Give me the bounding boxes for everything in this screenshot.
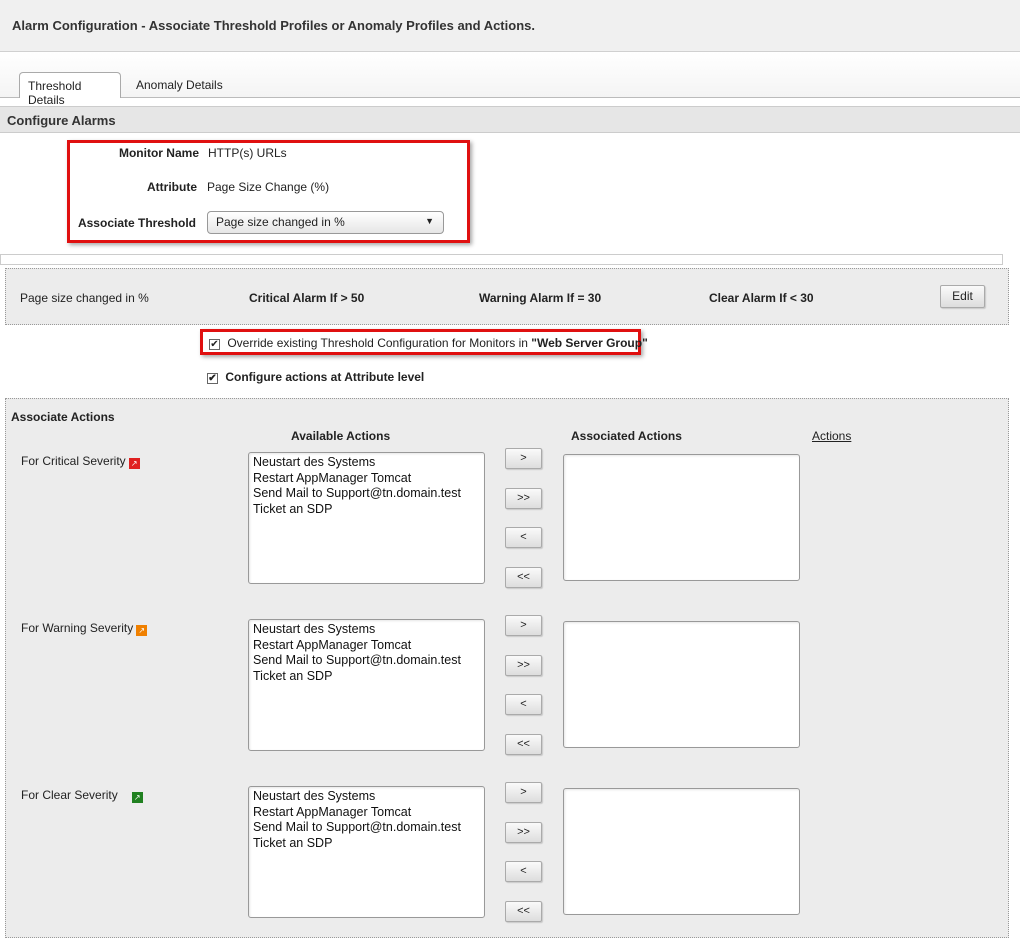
associated-actions-list-clear[interactable]	[563, 788, 800, 915]
associate-threshold-select[interactable]: Page size changed in % ▼	[207, 211, 444, 234]
associated-actions-header: Associated Actions	[571, 429, 682, 443]
critical-severity-icon: ↗	[128, 458, 140, 469]
severity-critical-label: For Critical Severity ↗	[21, 454, 140, 469]
monitor-name-value: HTTP(s) URLs	[208, 146, 287, 160]
override-checkbox[interactable]: ✔	[209, 339, 220, 350]
move-all-right-button[interactable]: >>	[505, 821, 542, 843]
page-header: Alarm Configuration - Associate Threshol…	[0, 0, 1020, 52]
available-actions-list-clear[interactable]: Neustart des Systems Restart AppManager T…	[248, 786, 485, 918]
move-all-right-button[interactable]: >>	[505, 487, 542, 509]
override-label: Override existing Threshold Configuratio…	[227, 336, 532, 350]
override-row: ✔ Override existing Threshold Configurat…	[209, 336, 648, 350]
associated-actions-list-warning[interactable]	[563, 621, 800, 748]
tab-bar: Threshold Details Anomaly Details	[0, 52, 1020, 107]
move-right-button[interactable]: >	[505, 615, 542, 636]
spacer-bar	[0, 254, 1003, 265]
attr-level-row: ✔ Configure actions at Attribute level	[207, 370, 424, 384]
attribute-value: Page Size Change (%)	[207, 180, 330, 194]
section-title: Configure Alarms	[7, 113, 116, 128]
list-item[interactable]: Neustart des Systems	[253, 789, 480, 805]
associated-actions-list-critical[interactable]	[563, 454, 800, 581]
clear-condition: Clear Alarm If < 30	[709, 291, 814, 305]
list-item[interactable]: Neustart des Systems	[253, 622, 480, 638]
selected-threshold: Page size changed in %	[216, 215, 345, 229]
threshold-name: Page size changed in %	[20, 291, 149, 305]
move-all-right-button[interactable]: >>	[505, 654, 542, 676]
move-left-button[interactable]: <	[505, 694, 542, 715]
move-right-button[interactable]: >	[505, 782, 542, 803]
dropdown-arrow-icon: ▼	[425, 216, 434, 226]
associate-actions-title: Associate Actions	[11, 410, 115, 424]
severity-clear-label: For Clear Severity ↗	[21, 788, 143, 803]
list-item[interactable]: Ticket an SDP	[253, 669, 480, 685]
group-name: "Web Server Group"	[531, 336, 648, 350]
list-item[interactable]: Ticket an SDP	[253, 836, 480, 852]
available-actions-list-warning[interactable]: Neustart des Systems Restart AppManager T…	[248, 619, 485, 751]
clear-severity-icon: ↗	[131, 792, 143, 803]
tab-anomaly-details[interactable]: Anomaly Details	[128, 72, 231, 98]
critical-condition: Critical Alarm If > 50	[249, 291, 365, 305]
available-actions-list-critical[interactable]: Neustart des Systems Restart AppManager T…	[248, 452, 485, 584]
warning-condition: Warning Alarm If = 30	[479, 291, 602, 305]
warning-severity-icon: ↗	[136, 625, 148, 636]
tab-threshold-details[interactable]: Threshold Details	[19, 72, 121, 107]
move-right-button[interactable]: >	[505, 448, 542, 469]
actions-link[interactable]: Actions	[812, 429, 851, 443]
severity-label-text: For Clear Severity	[21, 788, 118, 802]
attribute-level-label: Configure actions at Attribute level	[225, 370, 425, 384]
list-item[interactable]: Send Mail to Support@tn.domain.test	[253, 820, 480, 836]
available-actions-header: Available Actions	[291, 429, 391, 443]
move-all-left-button[interactable]: <<	[505, 900, 542, 922]
list-item[interactable]: Neustart des Systems	[253, 455, 480, 471]
list-item[interactable]: Restart AppManager Tomcat	[253, 471, 480, 487]
move-left-button[interactable]: <	[505, 861, 542, 882]
list-item[interactable]: Send Mail to Support@tn.domain.test	[253, 486, 480, 502]
section-header: Configure Alarms	[0, 106, 1020, 133]
move-all-left-button[interactable]: <<	[505, 566, 542, 588]
list-item[interactable]: Send Mail to Support@tn.domain.test	[253, 653, 480, 669]
move-all-left-button[interactable]: <<	[505, 733, 542, 755]
list-item[interactable]: Restart AppManager Tomcat	[253, 805, 480, 821]
edit-button[interactable]: Edit	[940, 285, 985, 308]
severity-label-text: For Critical Severity	[21, 454, 126, 468]
associate-actions-panel: Associate Actions Available Actions Asso…	[5, 398, 1009, 938]
associate-threshold-label: Associate Threshold	[77, 216, 196, 230]
list-item[interactable]: Restart AppManager Tomcat	[253, 638, 480, 654]
severity-label-text: For Warning Severity	[21, 621, 134, 635]
monitor-name-label: Monitor Name	[118, 146, 199, 160]
severity-warning-label: For Warning Severity ↗	[21, 621, 148, 636]
list-item[interactable]: Ticket an SDP	[253, 502, 480, 518]
attribute-label: Attribute	[147, 180, 197, 194]
move-left-button[interactable]: <	[505, 527, 542, 548]
page-title: Alarm Configuration - Associate Threshol…	[12, 18, 535, 33]
attribute-level-checkbox[interactable]: ✔	[207, 373, 218, 384]
threshold-summary-panel: Page size changed in % Critical Alarm If…	[5, 268, 1009, 325]
